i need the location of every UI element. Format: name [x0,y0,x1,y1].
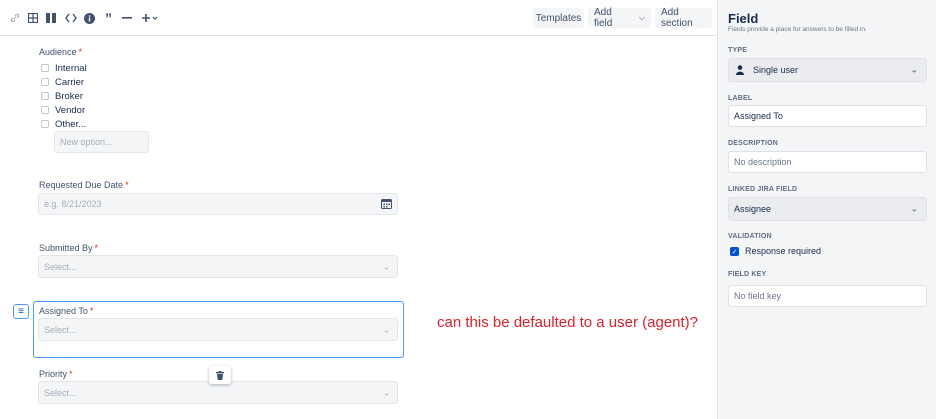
assigned-to-label-text: Assigned To [39,306,88,316]
description-label: DESCRIPTION [728,140,779,147]
audience-option-broker[interactable]: Broker [41,90,83,102]
divider-icon[interactable] [121,11,133,25]
field-properties-panel: Field Fields provide a place for answers… [717,0,936,419]
label-label: LABEL [728,95,753,102]
checkbox[interactable] [41,92,49,100]
due-date-placeholder: e.g. 8/21/2023 [44,199,102,209]
checkbox[interactable] [41,106,49,114]
chevron-down-icon: ⌄ [910,64,918,75]
audience-label: Audience * [39,47,82,57]
annotation-text: can this be defaulted to a user (agent)? [437,314,699,331]
response-required-checkbox[interactable]: ✓ [730,247,739,256]
submitted-by-select[interactable]: Select... ⌄ [38,255,398,278]
checkbox[interactable] [41,64,49,72]
description-input[interactable]: No description [728,151,927,173]
option-label: Carrier [55,76,85,88]
add-section-button[interactable]: Add section [655,7,712,29]
chevron-down-icon: ⌄ [383,325,390,334]
columns-icon[interactable] [45,11,57,25]
editor-toolbar: ” Templates Add field ⌵ Add section [0,0,716,36]
drag-handle-icon[interactable]: ≡ [13,304,29,319]
checkbox[interactable] [41,78,49,86]
field-key-label: FIELD KEY [728,271,767,278]
new-option-placeholder: New option... [60,137,113,147]
submitted-by-placeholder: Select... [44,261,77,272]
required-mark: * [94,243,99,253]
submitted-by-label-text: Submitted By [39,243,93,253]
type-label: TYPE [728,47,748,54]
option-label: Internal [55,62,87,74]
new-option-input[interactable]: New option... [54,131,149,153]
delete-field-button[interactable] [209,366,231,384]
assigned-to-label: Assigned To * [39,306,93,316]
chevron-down-icon: ⌵ [638,13,645,22]
required-mark: * [69,369,73,379]
due-date-input[interactable]: e.g. 8/21/2023 [38,193,398,215]
due-date-label: Requested Due Date * [39,180,129,190]
chevron-down-icon: ⌄ [383,262,390,271]
audience-option-vendor[interactable]: Vendor [41,104,85,116]
field-key-input[interactable]: No field key [728,285,927,307]
validation-label: VALIDATION [728,233,772,240]
info-icon[interactable] [83,11,95,25]
chevron-down-icon: ⌄ [910,203,918,214]
required-mark: * [78,47,83,57]
audience-option-internal[interactable]: Internal [41,62,87,74]
trash-icon [216,370,224,380]
required-mark: * [89,306,94,316]
type-select[interactable]: Single user ⌄ [728,58,927,82]
add-field-button[interactable]: Add field ⌵ [588,7,651,29]
insert-icon[interactable] [140,11,160,25]
linked-field-label: LINKED JIRA FIELD [728,186,798,193]
templates-button[interactable]: Templates [533,8,584,28]
priority-placeholder: Select... [44,387,77,398]
table-icon[interactable] [27,11,39,25]
audience-option-carrier[interactable]: Carrier [41,76,84,88]
code-icon[interactable] [64,11,77,25]
submitted-by-label: Submitted By * [39,243,98,253]
audience-label-text: Audience [39,47,77,57]
priority-label-text: Priority [39,369,68,379]
user-icon [736,65,744,75]
panel-subtitle: Fields provide a place for answers to be… [728,26,867,33]
type-value: Single user [753,65,799,75]
assigned-to-placeholder: Select... [44,324,77,335]
priority-label: Priority * [39,369,73,379]
quote-icon[interactable]: ” [102,10,115,26]
option-label: Other... [55,118,87,130]
response-required-label: Response required [745,246,822,256]
checkbox[interactable] [41,120,49,128]
linked-field-select[interactable]: Assignee ⌄ [728,197,927,221]
linked-field-value: Assignee [734,204,772,214]
chevron-down-icon: ⌄ [383,388,390,397]
due-date-label-text: Requested Due Date [39,180,124,190]
option-label: Broker [55,90,83,102]
audience-option-other[interactable]: Other... [41,118,86,130]
assigned-to-select[interactable]: Select... ⌄ [38,318,398,341]
label-input[interactable]: Assigned To [728,105,927,127]
panel-title: Field [728,11,759,26]
priority-select[interactable]: Select... ⌄ [38,381,398,404]
option-label: Vendor [55,104,86,116]
required-mark: * [125,180,129,190]
calendar-icon[interactable] [381,198,392,211]
link-icon[interactable] [9,11,21,25]
add-field-label: Add field [594,7,613,29]
